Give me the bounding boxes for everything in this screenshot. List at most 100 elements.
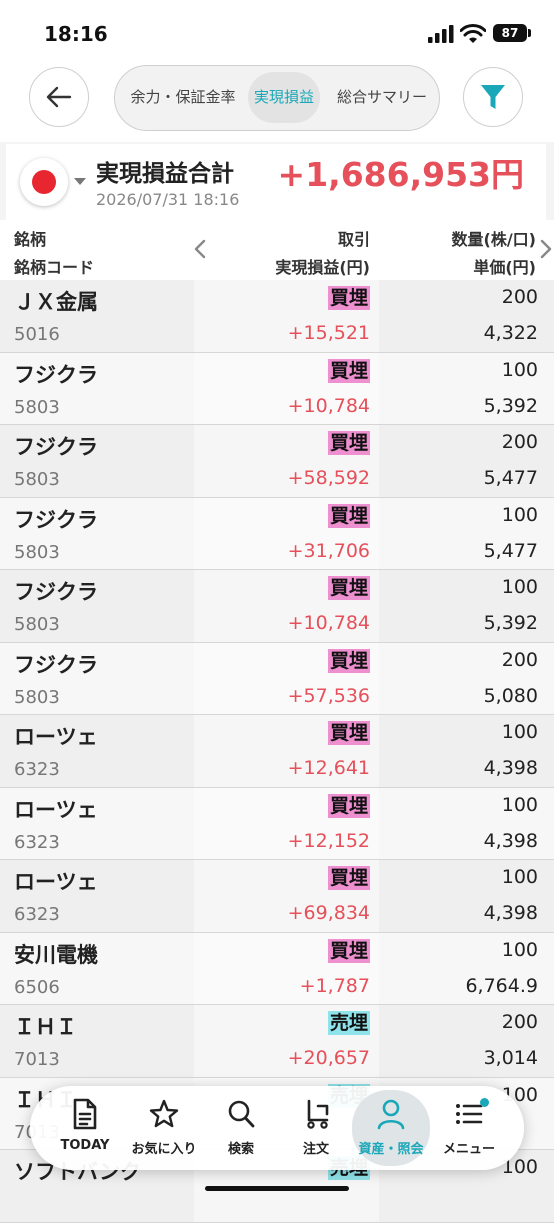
trade-list: ＪＸ金属 5016 買埋 +15,521 200 4,322 フジクラ 5803… (0, 280, 554, 1223)
star-icon (149, 1099, 179, 1128)
back-button[interactable] (29, 67, 89, 127)
trade-type-badge: 買埋 (327, 938, 370, 963)
nav-search[interactable]: 検索 (202, 1086, 280, 1170)
realized-pnl: +10,784 (287, 394, 370, 417)
nav-assets[interactable]: 資産・照会 (352, 1090, 430, 1166)
table-row[interactable]: フジクラ 5803 買埋 +57,536 200 5,080 (0, 642, 554, 715)
stock-code: 6506 (14, 976, 60, 998)
table-header: 銘柄 銘柄コード 取引 実現損益(円) 数量(株/口) 単価(円) (0, 220, 554, 281)
quantity: 200 (501, 431, 538, 453)
chevron-left-icon[interactable] (193, 239, 207, 259)
realized-pnl: +12,152 (287, 829, 370, 852)
table-row[interactable]: ＪＸ金属 5016 買埋 +15,521 200 4,322 (0, 280, 554, 353)
trade-type-badge: 買埋 (327, 793, 370, 818)
table-row[interactable]: フジクラ 5803 買埋 +10,784 100 5,392 (0, 352, 554, 425)
nav-favorites-label: お気に入り (131, 1142, 197, 1157)
table-row[interactable]: フジクラ 5803 買埋 +10,784 100 5,392 (0, 570, 554, 643)
stock-code: 5016 (14, 324, 60, 345)
col-header-code: 銘柄コード (14, 258, 95, 277)
realized-pnl: +69,834 (287, 902, 370, 924)
filter-button[interactable] (463, 67, 523, 127)
trade-type-badge: 買埋 (327, 576, 370, 600)
realized-pnl: +31,706 (287, 539, 370, 562)
market-selector[interactable] (20, 158, 92, 206)
unit-price: 5,392 (483, 612, 538, 634)
trade-type-badge: 買埋 (327, 431, 370, 455)
realized-pnl: +20,657 (287, 1047, 370, 1069)
quantity: 100 (501, 721, 538, 743)
caret-down-icon (74, 178, 86, 185)
realized-pnl: +15,521 (287, 322, 370, 344)
summary-date: 2026/07/31 18:16 (96, 190, 240, 209)
nav-assets-label: 資産・照会 (358, 1142, 424, 1157)
quantity: 100 (501, 576, 538, 598)
tab-summary[interactable]: 総合サマリー (329, 66, 435, 129)
segment-control: 余力・保証金率 実現損益 総合サマリー (114, 65, 440, 131)
quantity: 200 (501, 1011, 538, 1033)
quantity: 200 (501, 648, 538, 671)
unit-price: 4,398 (483, 829, 538, 852)
realized-pnl: +57,536 (287, 684, 370, 707)
stock-code: 5803 (14, 541, 60, 563)
table-row[interactable]: ローツェ 6323 買埋 +12,641 100 4,398 (0, 715, 554, 788)
stock-name: 安川電機 (14, 942, 98, 967)
stock-name: ローツェ (14, 870, 98, 894)
back-arrow-icon (46, 86, 72, 108)
table-row[interactable]: 安川電機 6506 買埋 +1,787 100 6,764.9 (0, 932, 554, 1005)
cellular-signal-icon (428, 25, 454, 43)
nav-favorites[interactable]: お気に入り (125, 1086, 203, 1170)
battery-level: 87 (493, 24, 527, 42)
unit-price: 5,080 (483, 684, 538, 707)
nav-today[interactable]: TODAY (46, 1086, 124, 1170)
search-icon (228, 1100, 255, 1128)
nav-menu-label: メニュー (442, 1142, 495, 1157)
stock-name: フジクラ (14, 507, 98, 532)
unit-price: 4,322 (483, 322, 538, 344)
battery-tip (528, 29, 531, 37)
stock-name: ＪＸ金属 (14, 290, 98, 314)
nav-order[interactable]: 注文 (277, 1086, 355, 1170)
table-row[interactable]: ＩＨＩ 7013 売埋 +20,657 200 3,014 (0, 1005, 554, 1078)
nav-menu[interactable]: メニュー (430, 1086, 508, 1170)
col-header-name: 銘柄 (14, 230, 47, 249)
nav-search-label: 検索 (227, 1142, 254, 1157)
stock-name: ローツェ (14, 725, 98, 749)
summary-total: +1,686,953円 (277, 155, 524, 194)
chevron-right-icon[interactable] (539, 239, 553, 259)
bottom-navigation: TODAY お気に入り 検索 注文 資産・照会 メニュー (30, 1086, 524, 1170)
unit-price: 3,014 (483, 1047, 538, 1069)
quantity: 100 (501, 793, 538, 816)
stock-name: フジクラ (14, 652, 98, 677)
unit-price: 6,764.9 (465, 974, 538, 997)
status-time: 18:16 (44, 22, 108, 46)
trade-type-badge: 買埋 (327, 358, 370, 383)
quantity: 100 (501, 503, 538, 526)
stock-code: 5803 (14, 686, 60, 708)
stock-code: 5803 (14, 469, 60, 490)
col-header-price: 単価(円) (473, 258, 536, 277)
trade-type-badge: 買埋 (327, 866, 370, 890)
unit-price: 5,477 (483, 539, 538, 562)
table-row[interactable]: ローツェ 6323 買埋 +12,152 100 4,398 (0, 787, 554, 860)
col-header-trade: 取引 (337, 230, 370, 249)
trade-type-badge: 買埋 (327, 721, 370, 745)
quantity: 100 (501, 358, 538, 381)
tab-realized-pnl[interactable]: 実現損益 (248, 72, 320, 123)
summary-label: 実現損益合計 (96, 161, 234, 187)
stock-name: フジクラ (14, 580, 98, 604)
header: 余力・保証金率 実現損益 総合サマリー (0, 62, 554, 142)
quantity: 100 (501, 938, 538, 961)
table-row[interactable]: フジクラ 5803 買埋 +31,706 100 5,477 (0, 497, 554, 570)
stock-name: ＩＨＩ (14, 1015, 77, 1039)
stock-name: ローツェ (14, 797, 98, 822)
quantity: 100 (501, 866, 538, 888)
unit-price: 5,477 (483, 467, 538, 489)
stock-name: フジクラ (14, 435, 98, 459)
quantity: 200 (501, 286, 538, 308)
person-icon (377, 1099, 405, 1130)
table-row[interactable]: ローツェ 6323 買埋 +69,834 100 4,398 (0, 860, 554, 933)
stock-code: 7013 (14, 1049, 60, 1070)
tab-margin-rate[interactable]: 余力・保証金率 (123, 66, 243, 129)
stock-code: 5803 (14, 396, 60, 418)
table-row[interactable]: フジクラ 5803 買埋 +58,592 200 5,477 (0, 425, 554, 498)
